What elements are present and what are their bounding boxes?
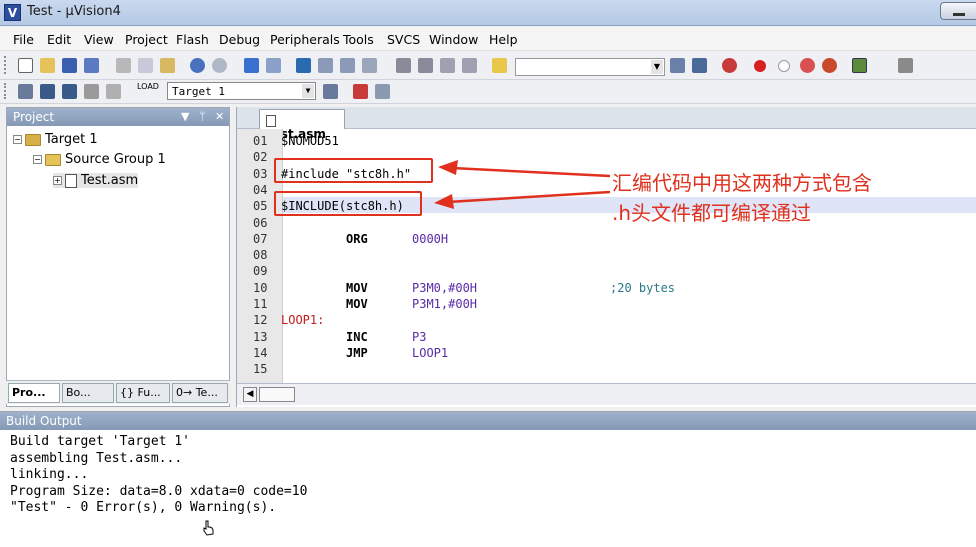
build-output-line: "Test" - 0 Error(s), 0 Warning(s). (10, 500, 277, 515)
build-output-line: linking... (10, 467, 89, 482)
arrow-line-include (451, 166, 611, 178)
arrow-line-include-dollar (447, 190, 611, 204)
hand-cursor-icon (203, 520, 214, 536)
build-output-lines: Build target 'Target 1' assembling Test.a… (10, 434, 307, 517)
arrow-head-include-dollar (434, 194, 454, 209)
build-output-line: assembling Test.asm... (10, 450, 183, 466)
build-output-panel: Build Output Build target 'Target 1' asse… (0, 411, 976, 547)
build-output-line: Build target 'Target 1' (10, 434, 191, 449)
arrow-head-include (438, 160, 458, 175)
annotation-note: 汇编代码中用这两种方式包含 .h头文件都可编译通过 (612, 168, 872, 228)
build-output-header: Build Output (0, 412, 976, 430)
annotation-note-line2: .h头文件都可编译通过 (612, 201, 812, 225)
annotation-note-line1: 汇编代码中用这两种方式包含 (612, 171, 872, 195)
build-output-line: Program Size: data=8.0 xdata=0 code=10 (10, 483, 308, 499)
